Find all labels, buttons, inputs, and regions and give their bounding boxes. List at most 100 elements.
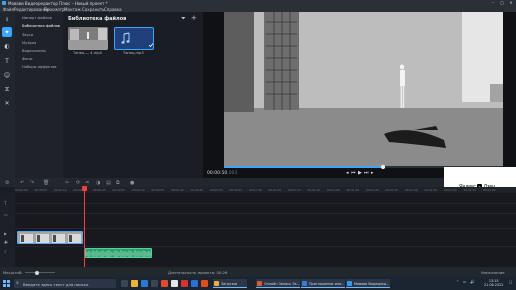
video-track-mute-icon[interactable]: 🔈 (4, 239, 9, 244)
task-movavi[interactable]: Мовави Видеоред... (346, 279, 390, 288)
app-icon (302, 281, 307, 286)
split-icon[interactable]: ✂ (65, 180, 69, 186)
file-explorer-icon[interactable] (131, 280, 138, 287)
add-file-icon[interactable]: + (191, 14, 197, 22)
zoom-slider-track[interactable] (25, 272, 55, 273)
ruler-tick: 00:00:35 (151, 188, 165, 192)
color-icon[interactable]: ◑ (96, 180, 100, 186)
zoom-increase-label[interactable]: Увеличение (481, 270, 505, 275)
powerpoint-icon[interactable] (201, 280, 208, 287)
category-videoclips[interactable]: Видеоклипы (22, 49, 46, 53)
search-icon: ⌕ (16, 280, 19, 286)
timecode-main: 00:00:50 (207, 171, 228, 176)
office-icon[interactable] (161, 280, 168, 287)
ruler-tick: 00:01:20 (327, 188, 340, 192)
category-music[interactable]: Музыка (22, 41, 36, 45)
skip-forward-icon[interactable]: ⏭ (364, 170, 369, 176)
taskbar-search[interactable]: ⌕ Введите здесь текст для поиска (14, 279, 116, 288)
ruler-tick: 00:00:05 (34, 188, 48, 192)
edge-icon[interactable] (141, 280, 148, 287)
menu-view[interactable]: Просмотр (44, 7, 65, 12)
volume-tray-icon[interactable]: 🔊 (470, 280, 474, 284)
filter-icon[interactable]: ⏷ (181, 15, 186, 23)
ruler-tick: 00:01:50 (444, 188, 457, 192)
playback-progress-fill (224, 166, 384, 168)
ruler-tick: 00:00:25 (112, 188, 126, 192)
settings-icon[interactable]: ⚙ (5, 180, 9, 186)
audio-track-icon[interactable]: ♪ (4, 249, 7, 254)
zoom-slider-knob[interactable] (35, 270, 39, 275)
category-import[interactable]: Импорт файлов (22, 16, 52, 20)
network-icon[interactable]: ▭ (463, 280, 466, 284)
task-invitation[interactable]: Приглашение или... (301, 279, 345, 288)
audio-clip[interactable] (85, 248, 152, 258)
ruler-tick: 00:02:00 (483, 188, 496, 192)
track-headers: T ▭ ▶ 🔈 ♪ (0, 193, 15, 267)
library-item-audio[interactable] (114, 27, 154, 50)
playback-progress-knob[interactable] (381, 165, 386, 169)
menu-help[interactable]: Справка (104, 7, 122, 12)
taskbar-clock[interactable]: 13:15 21.06.2022 (484, 279, 503, 288)
video-clip-filmstrip (18, 232, 82, 243)
status-bar: Масштаб: Длительность проекта: 00:26 Уве… (0, 267, 516, 277)
delete-icon[interactable]: 🗑 (43, 180, 49, 186)
menu-save[interactable]: Сохранить (82, 7, 105, 12)
more-tools-icon[interactable]: ✕ (2, 98, 12, 108)
next-frame-icon[interactable]: ▸ (371, 170, 374, 176)
ruler-tick: 00:01:10 (288, 188, 301, 192)
titles-icon[interactable]: T (2, 56, 12, 66)
rotate-icon[interactable]: ⟳ (76, 180, 80, 186)
video-track-icon[interactable]: ▶ (4, 231, 7, 236)
category-library[interactable]: Библиотека файлов (22, 24, 60, 28)
pdf-icon[interactable] (181, 280, 188, 287)
task-downloads[interactable]: Загрузки (213, 279, 247, 288)
store-icon[interactable] (151, 280, 158, 287)
audio-waveform (86, 250, 151, 257)
record-icon[interactable]: ● (130, 180, 134, 186)
redo-icon[interactable]: ↷ (30, 180, 34, 186)
ruler-tick: 00:00:30 (132, 188, 145, 192)
clip-properties-icon[interactable]: ▤ (106, 180, 111, 186)
category-list: Импорт файлов Библиотека файлов Звуки Му… (15, 12, 63, 178)
magic-wand-icon[interactable]: ✦ (2, 27, 12, 37)
ruler-tick: 00:01:00 (249, 188, 262, 192)
windows-start-icon[interactable] (3, 280, 10, 287)
timeline-tracks (0, 193, 516, 267)
overlay-track-icon[interactable]: ▭ (4, 212, 8, 217)
category-backgrounds[interactable]: Фоны (22, 57, 32, 61)
library-item-video-caption: Танец — 4.mp4 (73, 51, 102, 55)
project-duration: Длительность проекта: 00:26 (168, 270, 228, 275)
play-icon[interactable]: ▶ (358, 170, 362, 176)
task-screen-recorder[interactable]: Онлайн Запись Эк... (256, 279, 300, 288)
notifications-icon[interactable]: ▢ (509, 280, 512, 284)
preview-player: 00:00:50.003 ◂ ⏮ ▶ ⏭ ▸ 🔊 ⌾ ⛶ (203, 12, 516, 178)
text-track-icon[interactable]: T (4, 201, 6, 206)
category-effect-packs[interactable]: Наборы эффектов (22, 65, 57, 69)
ruler-tick: 00:00:00 (15, 188, 28, 192)
video-clip[interactable] (17, 231, 83, 244)
stickers-icon[interactable]: ☺ (2, 70, 12, 80)
app-logo-icon (2, 1, 6, 5)
filters-icon[interactable]: ◐ (2, 41, 12, 51)
zoom-label: Масштаб: (3, 270, 23, 275)
undo-icon[interactable]: ↶ (20, 180, 24, 186)
task-view-icon[interactable] (121, 280, 128, 287)
transitions-icon[interactable]: ⧖ (2, 85, 12, 95)
folder-icon (214, 281, 219, 286)
ruler-tick: 00:01:30 (366, 188, 379, 192)
video-thumbnail-image (68, 27, 108, 50)
library-item-video[interactable] (68, 27, 108, 50)
category-sounds[interactable]: Звуки (22, 33, 33, 37)
ruler-tick: 00:00:45 (190, 188, 204, 192)
video-preview[interactable] (224, 12, 503, 166)
playhead-line[interactable] (84, 187, 85, 267)
menu-file[interactable]: Файл (3, 7, 14, 12)
word-icon[interactable] (191, 280, 198, 287)
skip-back-icon[interactable]: ⏮ (351, 170, 356, 176)
import-icon[interactable]: ⭳ (2, 15, 12, 25)
menu-montage[interactable]: Монтаж (64, 7, 81, 12)
mail-icon[interactable] (171, 280, 178, 287)
transition-wizard-icon[interactable]: ⧉ (116, 180, 120, 186)
tray-chevron-icon[interactable]: ⌃ (456, 280, 459, 284)
prev-frame-icon[interactable]: ◂ (346, 170, 349, 176)
